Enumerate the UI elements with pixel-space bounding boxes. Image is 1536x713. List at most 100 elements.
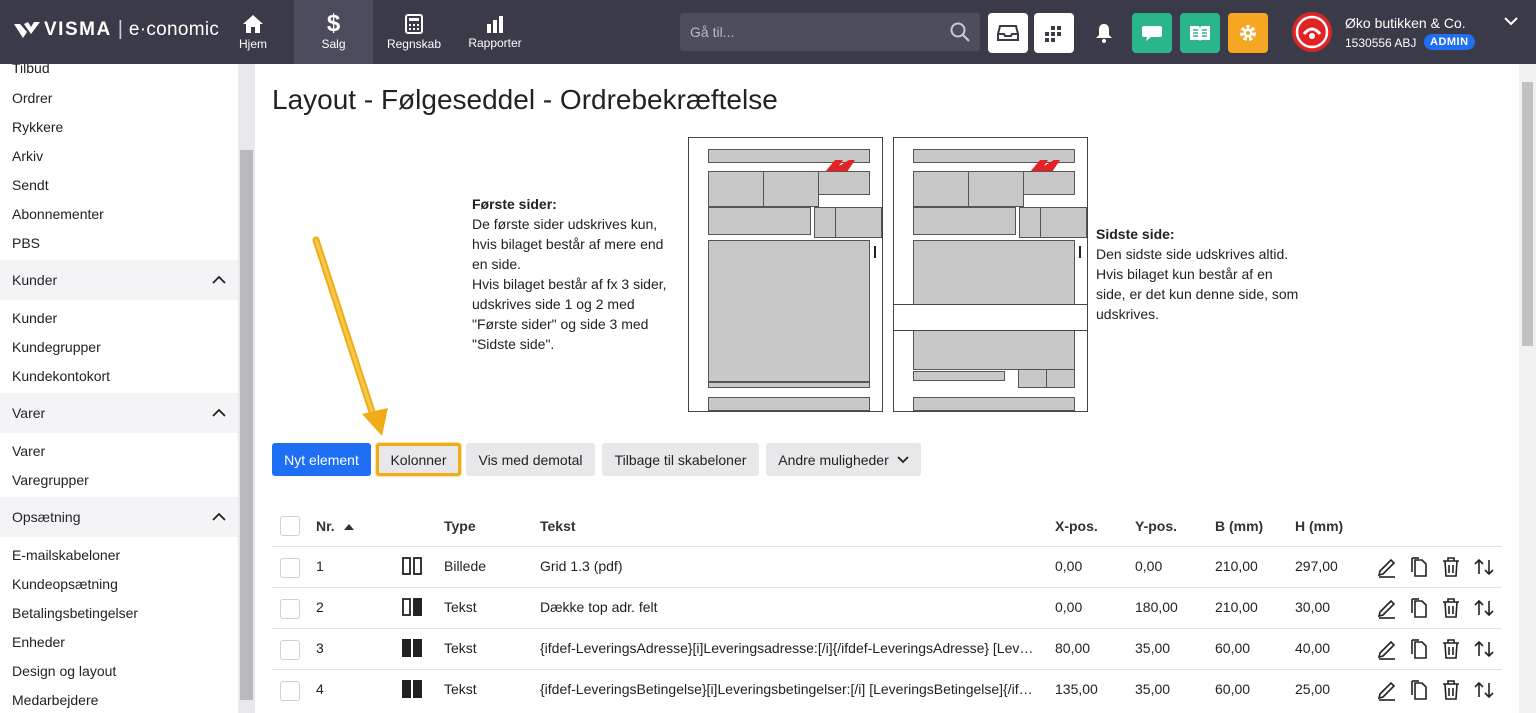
visma-logo[interactable]: VISMA | e·conomic <box>14 18 219 41</box>
desc-line: "Sidste side". <box>472 336 555 352</box>
reorder-arrows-icon[interactable] <box>1473 679 1495 701</box>
row-type: Tekst <box>444 599 477 615</box>
trash-icon[interactable] <box>1441 597 1461 619</box>
row-checkbox[interactable] <box>280 599 300 619</box>
more-options-label: Andre muligheder <box>778 451 889 468</box>
sidebar-item-customer-ledger[interactable]: Kundekontokort <box>12 368 110 384</box>
apps-grid-icon <box>1045 26 1061 42</box>
inbox-button[interactable] <box>988 13 1028 53</box>
product-name: e·conomic <box>128 18 220 40</box>
sidebar-group-setup[interactable]: Opsætning <box>0 497 238 537</box>
trash-icon[interactable] <box>1441 679 1461 701</box>
desc-line: Den sidste side udskrives altid. <box>1096 246 1289 262</box>
sidebar-item-pbs[interactable]: PBS <box>12 235 40 251</box>
desc-line: udskrives side 1 og 2 med <box>472 296 635 312</box>
apps-button[interactable] <box>1034 13 1074 53</box>
row-type: Tekst <box>444 681 477 697</box>
row-text[interactable]: Dække top adr. felt <box>540 599 1040 615</box>
sidebar-item-email-templates[interactable]: E-mailskabeloner <box>12 547 120 563</box>
column-header-width[interactable]: B (mm) <box>1215 518 1263 534</box>
back-to-templates-button[interactable]: Tilbage til skabeloner <box>602 443 759 476</box>
chevron-down-icon[interactable] <box>1504 16 1518 26</box>
column-header-y[interactable]: Y-pos. <box>1135 518 1177 534</box>
sidebar-item-reminders[interactable]: Rykkere <box>12 119 63 135</box>
row-checkbox[interactable] <box>280 681 300 701</box>
reorder-arrows-icon[interactable] <box>1473 638 1495 660</box>
sidebar-group-products[interactable]: Varer <box>0 393 238 433</box>
edit-pencil-icon[interactable] <box>1377 556 1397 578</box>
bar-chart-icon <box>487 15 503 33</box>
row-text[interactable]: {ifdef-LeveringsBetingelse}[i]Leveringsb… <box>540 681 1040 697</box>
sidebar-item-products[interactable]: Varer <box>12 443 45 459</box>
trash-icon[interactable] <box>1441 556 1461 578</box>
column-header-x[interactable]: X-pos. <box>1055 518 1098 534</box>
sidebar-item-customer-groups[interactable]: Kundegrupper <box>12 339 101 355</box>
copy-icon[interactable] <box>1409 556 1429 578</box>
last-page-preview[interactable] <box>893 137 1088 412</box>
table-row[interactable]: 4 Tekst {ifdef-LeveringsBetingelse}[i]Le… <box>272 669 1502 710</box>
first-page-preview[interactable] <box>688 137 883 412</box>
table-row[interactable]: 3 Tekst {ifdef-LeveringsAdresse}[i]Lever… <box>272 628 1502 669</box>
notifications-button[interactable] <box>1084 13 1124 53</box>
sidebar-item-offers[interactable]: Tilbud <box>12 64 50 76</box>
desc-line: Hvis bilaget kun består af en <box>1096 266 1273 282</box>
sidebar-item-units[interactable]: Enheder <box>12 634 65 650</box>
chat-button[interactable] <box>1132 13 1172 53</box>
nav-sales[interactable]: $ Salg <box>294 0 373 64</box>
sidebar-scrollbar-thumb[interactable] <box>240 150 253 700</box>
row-checkbox[interactable] <box>280 558 300 578</box>
copy-icon[interactable] <box>1409 597 1429 619</box>
sidebar-item-archive[interactable]: Arkiv <box>12 148 43 164</box>
row-text[interactable]: {ifdef-LeveringsAdresse}[i]Leveringsadre… <box>540 640 1040 656</box>
nav-accounting[interactable]: Regnskab <box>383 0 445 64</box>
column-header-nr[interactable]: Nr. <box>316 518 355 534</box>
sidebar-item-customer-setup[interactable]: Kundeopsætning <box>12 576 118 592</box>
nav-home[interactable]: Hjem <box>232 0 274 64</box>
column-header-type[interactable]: Type <box>444 518 476 534</box>
book-icon <box>1190 26 1210 41</box>
edit-pencil-icon[interactable] <box>1377 597 1397 619</box>
row-text[interactable]: Grid 1.3 (pdf) <box>540 558 1040 574</box>
column-header-text[interactable]: Tekst <box>540 518 576 534</box>
sidebar-group-title: Kunder <box>12 272 58 288</box>
search-input[interactable]: Gå til... <box>680 13 980 51</box>
trash-icon[interactable] <box>1441 638 1461 660</box>
sidebar-scrollbar[interactable] <box>238 64 255 713</box>
edit-pencil-icon[interactable] <box>1377 679 1397 701</box>
sidebar-item-subscriptions[interactable]: Abonnementer <box>12 206 104 222</box>
sidebar-item-payment-terms[interactable]: Betalingsbetingelser <box>12 605 138 621</box>
row-y: 180,00 <box>1135 599 1178 615</box>
copy-icon[interactable] <box>1409 679 1429 701</box>
reorder-arrows-icon[interactable] <box>1473 597 1495 619</box>
show-demo-button[interactable]: Vis med demotal <box>466 443 595 476</box>
sidebar-group-customers[interactable]: Kunder <box>0 260 238 300</box>
main-scrollbar[interactable] <box>1519 64 1536 713</box>
more-options-button[interactable]: Andre muligheder <box>766 443 921 476</box>
table-row[interactable]: 1 Billede Grid 1.3 (pdf) 0,00 0,00 210,0… <box>272 546 1502 587</box>
row-checkbox[interactable] <box>280 640 300 660</box>
columns-half-icon <box>402 598 422 616</box>
columns-button[interactable]: Kolonner <box>376 443 461 476</box>
sidebar-item-employees[interactable]: Medarbejdere <box>12 692 98 708</box>
table-row[interactable]: 2 Tekst Dække top adr. felt 0,00 180,00 … <box>272 587 1502 628</box>
column-header-height[interactable]: H (mm) <box>1295 518 1343 534</box>
sidebar-group-title: Varer <box>12 405 46 421</box>
new-element-button[interactable]: Nyt element <box>272 443 371 476</box>
edit-pencil-icon[interactable] <box>1377 638 1397 660</box>
columns-filled-icon <box>402 639 422 657</box>
sidebar-item-sent[interactable]: Sendt <box>12 177 49 193</box>
settings-button[interactable] <box>1228 13 1268 53</box>
search-icon[interactable] <box>950 22 970 42</box>
sidebar-item-design-layout[interactable]: Design og layout <box>12 663 116 679</box>
main-scrollbar-thumb[interactable] <box>1522 82 1533 346</box>
sidebar-item-customers[interactable]: Kunder <box>12 310 57 326</box>
nav-reports[interactable]: Rapporter <box>465 0 525 64</box>
row-y: 35,00 <box>1135 681 1171 697</box>
sidebar-item-orders[interactable]: Ordrer <box>12 90 52 106</box>
brand-name: VISMA <box>44 18 112 40</box>
help-book-button[interactable] <box>1180 13 1220 53</box>
copy-icon[interactable] <box>1409 638 1429 660</box>
sidebar-item-product-groups[interactable]: Varegrupper <box>12 472 89 488</box>
reorder-arrows-icon[interactable] <box>1473 556 1495 578</box>
select-all-checkbox[interactable] <box>280 516 300 536</box>
